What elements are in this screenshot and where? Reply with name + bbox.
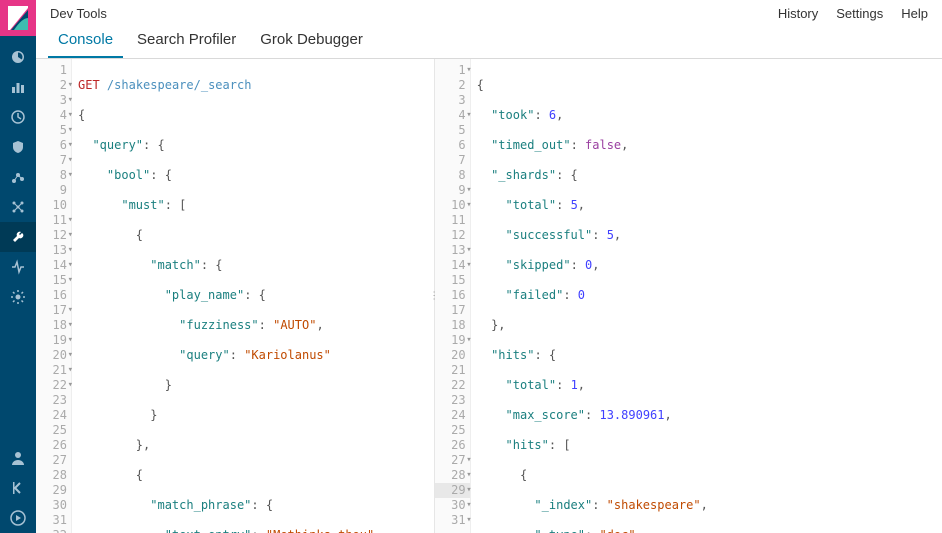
response-viewer[interactable]: { "took": 6, "timed_out": false, "_shard… [471, 59, 942, 533]
main-content: Dev Tools History Settings Help Console … [36, 0, 942, 533]
graph-icon[interactable] [0, 192, 36, 222]
response-gutter: 1▾234▾56789▾10▾111213▾14▾1516171819▾2021… [435, 59, 471, 533]
tab-console[interactable]: Console [48, 25, 123, 58]
request-gutter: 12▾3▾4▾5▾6▾7▾8▾91011▾12▾13▾14▾15▾1617▾18… [36, 59, 72, 533]
apm-icon[interactable] [0, 162, 36, 192]
response-pane[interactable]: 1▾234▾56789▾10▾111213▾14▾1516171819▾2021… [435, 59, 942, 533]
sidebar-nav [0, 42, 36, 312]
kibana-logo[interactable] [0, 0, 36, 36]
top-links: History Settings Help [778, 6, 928, 21]
topbar: Dev Tools History Settings Help [36, 0, 942, 21]
breadcrumb: Dev Tools [50, 6, 107, 21]
visualize-icon[interactable] [0, 72, 36, 102]
sidebar [0, 0, 36, 533]
request-pane[interactable]: 12▾3▾4▾5▾6▾7▾8▾91011▾12▾13▾14▾15▾1617▾18… [36, 59, 435, 533]
devtools-icon[interactable] [0, 222, 36, 252]
security-icon[interactable] [0, 132, 36, 162]
tab-search-profiler[interactable]: Search Profiler [127, 25, 246, 58]
tab-grok-debugger[interactable]: Grok Debugger [250, 25, 373, 58]
collapse-icon[interactable] [0, 473, 36, 503]
editor-area: 12▾3▾4▾5▾6▾7▾8▾91011▾12▾13▾14▾15▾1617▾18… [36, 59, 942, 533]
run-icon[interactable] [0, 503, 36, 533]
request-editor[interactable]: GET /shakespeare/_search { "query": { "b… [72, 59, 434, 533]
help-link[interactable]: Help [901, 6, 928, 21]
dashboard-icon[interactable] [0, 42, 36, 72]
history-link[interactable]: History [778, 6, 818, 21]
management-icon[interactable] [0, 282, 36, 312]
monitoring-icon[interactable] [0, 252, 36, 282]
tabs: Console Search Profiler Grok Debugger [36, 21, 942, 59]
settings-link[interactable]: Settings [836, 6, 883, 21]
account-icon[interactable] [0, 443, 36, 473]
timelion-icon[interactable] [0, 102, 36, 132]
